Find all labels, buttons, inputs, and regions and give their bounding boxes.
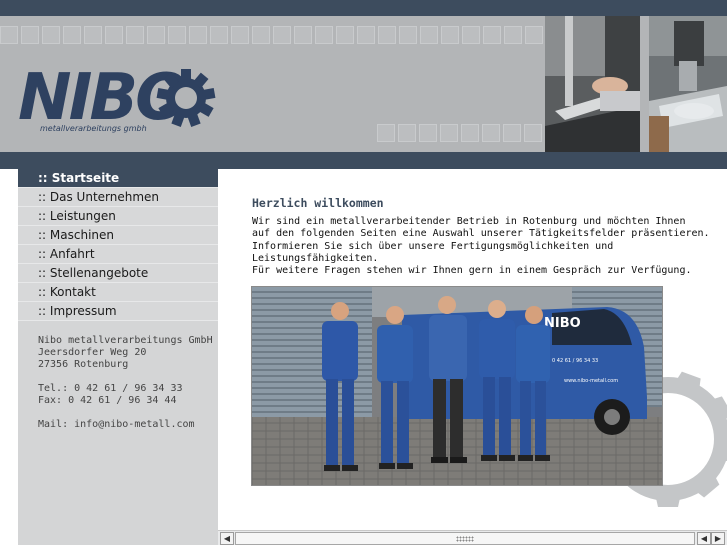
decorative-square	[231, 26, 249, 44]
top-bar	[0, 0, 727, 16]
decorative-square	[84, 26, 102, 44]
scrollbar-grip-icon	[456, 536, 474, 542]
decorative-square	[420, 26, 438, 44]
nav-item-stellenangebote[interactable]: :: Stellenangebote	[18, 264, 218, 283]
nav-item-kontakt[interactable]: :: Kontakt	[18, 283, 218, 302]
arrow-left-icon[interactable]: ◀	[220, 532, 234, 545]
horizontal-scrollbar[interactable]: ◀ ◀ ▶	[218, 530, 727, 545]
decorative-squares-bottom	[377, 124, 542, 142]
decorative-square	[462, 26, 480, 44]
decorative-square	[294, 26, 312, 44]
nav-item-startseite[interactable]: :: Startseite	[18, 169, 218, 188]
decorative-square	[315, 26, 333, 44]
intro-line: auf den folgenden Seiten eine Auswahl un…	[252, 228, 710, 240]
header-photo-workshop	[545, 16, 640, 154]
decorative-square	[504, 26, 522, 44]
intro-line: Wir sind ein metallverarbeitender Betrie…	[252, 216, 686, 227]
decorative-square	[377, 124, 395, 142]
arrow-left-icon[interactable]: ◀	[697, 532, 711, 545]
decorative-square	[525, 26, 543, 44]
decorative-square	[273, 26, 291, 44]
intro-line: Für weitere Fragen stehen wir Ihnen gern…	[252, 265, 692, 277]
header-photo-milling-machine	[649, 16, 727, 154]
decorative-square	[126, 26, 144, 44]
decorative-square	[168, 26, 186, 44]
decorative-square	[189, 26, 207, 44]
decorative-square	[105, 26, 123, 44]
van-phone-text: 0 42 61 / 96 34 33	[552, 358, 598, 364]
address-city: 27356 Rotenburg	[38, 359, 129, 370]
decorative-square	[440, 124, 458, 142]
decorative-square	[419, 124, 437, 142]
nibo-logo[interactable]: NIBO metallverarbeitungs gmbh	[18, 66, 228, 146]
intro-text: Wir sind ein metallverarbeitender Betrie…	[252, 216, 722, 277]
logo-tagline: metallverarbeitungs gmbh	[40, 124, 147, 133]
decorative-square	[398, 124, 416, 142]
decorative-square	[21, 26, 39, 44]
nav-item-maschinen[interactable]: :: Maschinen	[18, 226, 218, 245]
decorative-square	[252, 26, 270, 44]
decorative-square	[503, 124, 521, 142]
gear-icon	[156, 69, 216, 127]
decorative-square	[357, 26, 375, 44]
address-street: Jeersdorfer Weg 20	[38, 347, 147, 358]
address-company: Nibo metallverarbeitungs GmbH	[38, 335, 213, 346]
decorative-square	[42, 26, 60, 44]
decorative-square	[524, 124, 542, 142]
arrow-right-icon[interactable]: ▶	[711, 532, 725, 545]
address-mail[interactable]: Mail: info@nibo-metall.com	[38, 419, 218, 431]
decorative-square	[210, 26, 228, 44]
scrollbar-thumb[interactable]	[235, 532, 695, 545]
nav-item-leistungen[interactable]: :: Leistungen	[18, 207, 218, 226]
main-content: Herzlich willkommen Wir sind ein metallv…	[218, 169, 727, 530]
decorative-square	[378, 26, 396, 44]
nav-item-impressum[interactable]: :: Impressum	[18, 302, 218, 321]
header-bottom-bar	[0, 152, 727, 169]
van-web-text: www.nibo-metall.com	[564, 378, 618, 384]
team-photo: NIBO 0 42 61 / 96 34 33 www.nibo-metall.…	[251, 286, 663, 486]
page-title: Herzlich willkommen	[252, 196, 384, 210]
address-fax: Fax: 0 42 61 / 96 34 44	[38, 395, 177, 406]
decorative-square	[336, 26, 354, 44]
nav-item-anfahrt[interactable]: :: Anfahrt	[18, 245, 218, 264]
main-navigation: :: Startseite :: Das Unternehmen :: Leis…	[18, 169, 218, 321]
decorative-square	[63, 26, 81, 44]
decorative-square	[147, 26, 165, 44]
decorative-square	[0, 26, 18, 44]
address-tel: Tel.: 0 42 61 / 96 34 33	[38, 383, 183, 394]
team-photo-image: NIBO 0 42 61 / 96 34 33 www.nibo-metall.…	[252, 287, 662, 485]
nav-item-das-unternehmen[interactable]: :: Das Unternehmen	[18, 188, 218, 207]
decorative-squares-top	[0, 26, 543, 44]
decorative-square	[461, 124, 479, 142]
decorative-square	[441, 26, 459, 44]
decorative-square	[483, 26, 501, 44]
decorative-square	[482, 124, 500, 142]
decorative-square	[399, 26, 417, 44]
contact-address: Nibo metallverarbeitungs GmbH Jeersdorfe…	[18, 321, 218, 431]
intro-line: Informieren Sie sich über unsere Fertigu…	[252, 240, 614, 252]
intro-line: Leistungsfähigkeiten.	[252, 252, 379, 264]
sidebar: :: Startseite :: Das Unternehmen :: Leis…	[18, 169, 218, 545]
header-banner: NIBO metallverarbeitungs gmbh	[0, 16, 727, 154]
